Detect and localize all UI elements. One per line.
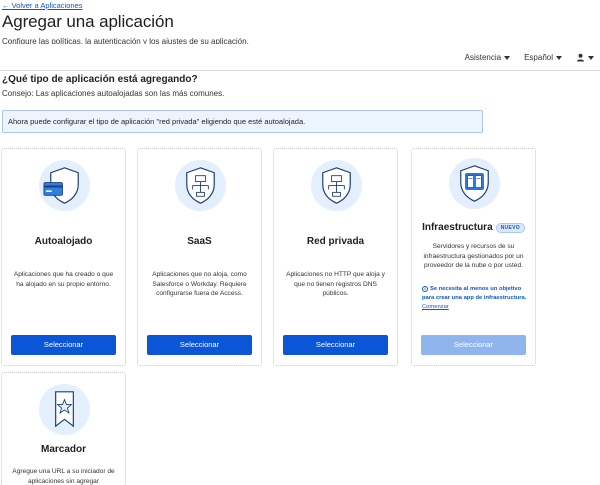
chevron-down-icon xyxy=(588,55,594,60)
card-description: Agregue una URL a su iniciador de aplica… xyxy=(12,468,115,485)
card-description: Servidores y recursos de su infraestruct… xyxy=(423,243,524,269)
section-tip: Consejo: Las aplicaciones autoalojadas s… xyxy=(2,89,225,98)
top-bar: Asistencia Español xyxy=(0,44,600,71)
card-title: Marcador xyxy=(40,444,86,455)
select-private-network-button[interactable]: Seleccionar xyxy=(283,335,388,355)
get-started-link[interactable]: Comenzar xyxy=(422,304,449,310)
section-heading: ¿Qué tipo de aplicación está agregando? xyxy=(2,74,198,85)
help-menu-label: Asistencia xyxy=(464,53,502,62)
language-menu-label: Español xyxy=(524,53,553,62)
new-badge: NUEVO xyxy=(495,222,525,233)
app-type-card-private-network: Red privada Aplicaciones no HTTP que alo… xyxy=(273,148,398,366)
app-type-card-saas: SaaS Aplicaciones que no aloja, como Sal… xyxy=(137,148,262,366)
info-banner: Ahora puede configurar el tipo de aplica… xyxy=(2,110,483,133)
top-nav: Asistencia Español xyxy=(465,53,594,62)
select-saas-button[interactable]: Seleccionar xyxy=(147,335,252,355)
help-menu[interactable]: Asistencia xyxy=(464,53,511,62)
shield-card-icon xyxy=(38,159,91,212)
shield-network-icon xyxy=(310,159,363,212)
bookmark-star-icon xyxy=(38,383,91,436)
card-title: Red privada xyxy=(306,236,365,247)
app-type-card-infrastructure: Infraestructura NUEVO Servidores y recur… xyxy=(411,148,536,366)
user-icon xyxy=(576,53,585,62)
info-icon: i xyxy=(422,286,428,292)
page-title: Agregar una aplicación xyxy=(2,12,174,31)
app-type-card-self-hosted: Autoalojado Aplicaciones que ha creado o… xyxy=(1,148,126,366)
infra-requirement-note: i Se necesita al menos un objetivo para c… xyxy=(422,285,527,312)
select-self-hosted-button[interactable]: Seleccionar xyxy=(11,335,116,355)
shield-server-icon xyxy=(448,157,501,210)
card-description: Aplicaciones que no aloja, como Salesfor… xyxy=(152,271,247,297)
card-description: Aplicaciones no HTTP que aloja y que no … xyxy=(286,271,385,297)
card-title-row: Infraestructura NUEVO xyxy=(412,222,535,233)
select-infrastructure-button: Seleccionar xyxy=(421,335,526,355)
user-menu[interactable] xyxy=(576,53,594,62)
language-menu[interactable]: Español xyxy=(524,53,562,62)
page-subtitle: Configure las políticas, la autenticació… xyxy=(2,37,249,44)
back-to-apps-link[interactable]: ← Volver a Aplicaciones xyxy=(2,1,82,10)
shield-network-icon xyxy=(174,159,227,212)
chevron-down-icon xyxy=(504,55,511,60)
note-text: Se necesita al menos un objetivo para cr… xyxy=(422,286,527,301)
chevron-down-icon xyxy=(556,55,562,60)
card-title: Autoalojado xyxy=(34,236,93,247)
card-description: Aplicaciones que ha creado o que ha aloj… xyxy=(13,271,114,288)
card-title: SaaS xyxy=(187,236,212,247)
app-type-card-bookmark: Marcador Agregue una URL a su iniciador … xyxy=(1,372,126,485)
card-title: Infraestructura xyxy=(422,222,493,233)
